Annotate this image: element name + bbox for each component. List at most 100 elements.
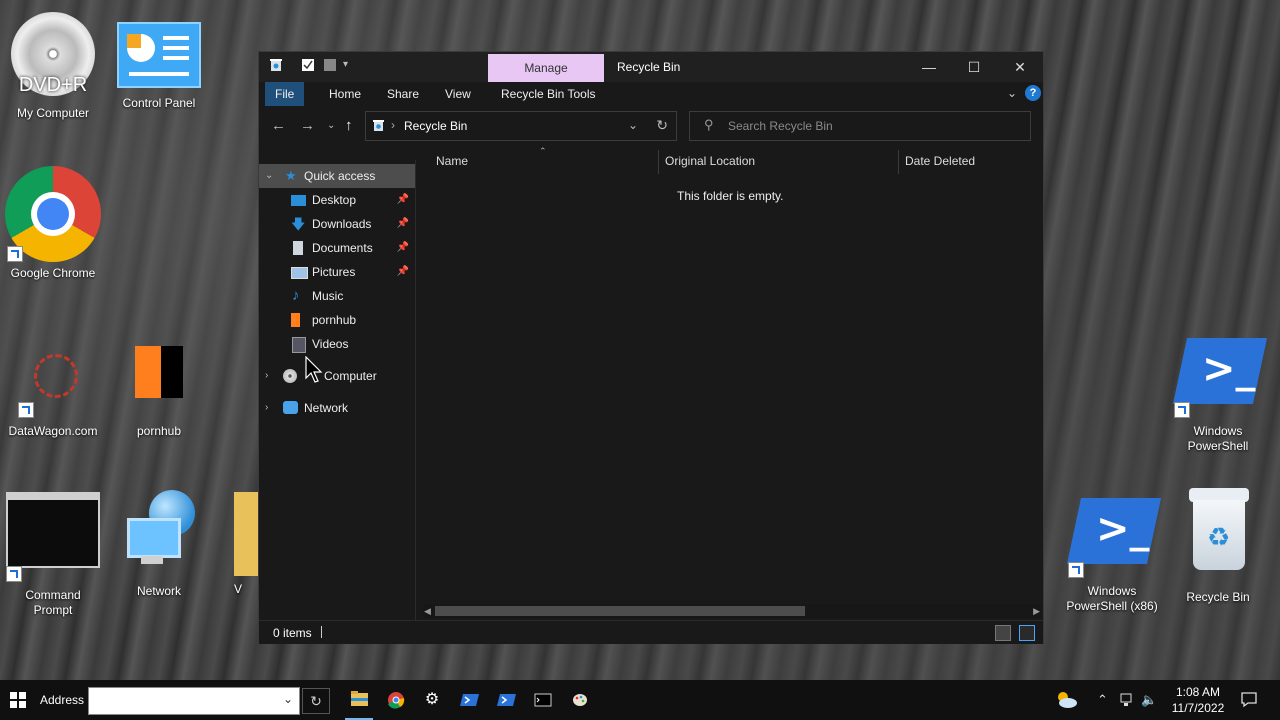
desktop-icon-partial-folder[interactable]: V bbox=[220, 492, 260, 597]
tab-home[interactable]: Home bbox=[319, 82, 371, 106]
nav-item-pictures[interactable]: Pictures 📌 bbox=[259, 260, 415, 284]
windows-start-icon[interactable] bbox=[10, 692, 26, 708]
desktop-icon-google-chrome[interactable]: Google Chrome bbox=[5, 166, 101, 281]
search-input[interactable] bbox=[726, 116, 1020, 136]
expand-chevron-icon[interactable]: › bbox=[265, 396, 268, 420]
desktop-icon-my-computer[interactable]: DVD+R My Computer bbox=[5, 12, 101, 121]
column-divider[interactable] bbox=[658, 150, 659, 174]
nav-item-label: Desktop bbox=[312, 193, 357, 207]
scrollbar-thumb[interactable] bbox=[435, 606, 805, 616]
powershell-icon bbox=[460, 694, 479, 706]
show-hidden-icons-chevron-icon[interactable]: ⌃ bbox=[1097, 692, 1108, 708]
column-header-date-deleted[interactable]: Date Deleted bbox=[905, 154, 975, 168]
nav-network[interactable]: › Network bbox=[259, 396, 415, 420]
powershell-icon: >_ bbox=[1172, 336, 1268, 418]
star-icon: ★ bbox=[285, 168, 297, 183]
nav-item-videos[interactable]: Videos bbox=[259, 332, 415, 356]
back-arrow-icon[interactable]: ← bbox=[271, 118, 286, 134]
column-header-name[interactable]: Name bbox=[436, 154, 468, 168]
breadcrumb-recycle-bin[interactable]: Recycle Bin bbox=[404, 119, 467, 133]
scroll-right-icon[interactable]: ▶ bbox=[1033, 604, 1040, 618]
nav-item-label: Music bbox=[312, 289, 344, 303]
column-divider[interactable] bbox=[898, 150, 899, 174]
expand-chevron-icon[interactable]: › bbox=[265, 364, 268, 388]
desktop-icon-datawagon[interactable]: DataWagon.com bbox=[5, 340, 101, 439]
close-button[interactable]: ✕ bbox=[997, 52, 1043, 82]
nav-item-documents[interactable]: Documents 📌 bbox=[259, 236, 415, 260]
folder-pornhub-icon bbox=[291, 313, 300, 327]
system-clock[interactable]: 1:08 AM 11/7/2022 bbox=[1162, 684, 1234, 716]
properties-icon[interactable] bbox=[301, 58, 315, 72]
address-dropdown-icon[interactable]: ⌄ bbox=[628, 118, 638, 132]
expand-ribbon-icon[interactable]: ⌄ bbox=[1007, 86, 1017, 100]
network-status-icon[interactable] bbox=[1118, 692, 1134, 711]
collapse-chevron-icon[interactable]: ⌄ bbox=[265, 164, 273, 188]
minimize-button[interactable]: — bbox=[906, 52, 952, 82]
tab-manage[interactable]: Manage bbox=[488, 54, 604, 82]
desktop-icon-label: V bbox=[234, 582, 243, 596]
navigation-bar: ← → ⌄ ↑ › Recycle Bin ⌄ ↻ ⚲ bbox=[259, 106, 1043, 146]
details-view-icon[interactable] bbox=[995, 625, 1011, 641]
maximize-button[interactable]: ☐ bbox=[951, 52, 997, 82]
search-box[interactable]: ⚲ bbox=[689, 111, 1031, 141]
pictures-icon bbox=[291, 267, 308, 279]
nav-item-downloads[interactable]: 🡇 Downloads 📌 bbox=[259, 212, 415, 236]
address-go-icon[interactable]: ↻ bbox=[302, 688, 330, 714]
desktop-icon-network[interactable]: Network bbox=[111, 488, 207, 599]
taskbar-powershell[interactable] bbox=[451, 686, 487, 714]
up-arrow-icon[interactable]: ↑ bbox=[345, 118, 353, 134]
customize-quick-access-icon[interactable]: ▾ bbox=[343, 58, 357, 72]
clock-time: 1:08 AM bbox=[1175, 685, 1221, 699]
nav-item-label: Videos bbox=[312, 337, 349, 351]
large-icons-view-icon[interactable] bbox=[1019, 625, 1035, 641]
desktop-icon-pornhub[interactable]: pornhub bbox=[111, 346, 207, 439]
taskbar-address-input[interactable]: ⌄ bbox=[88, 687, 300, 715]
new-folder-icon[interactable] bbox=[323, 58, 337, 72]
desktop-icon-windows-powershell[interactable]: >_ Windows PowerShell bbox=[1170, 336, 1268, 454]
desktop-icon-command-prompt[interactable]: Command Prompt bbox=[5, 492, 101, 618]
nav-computer[interactable]: › Computer bbox=[259, 364, 415, 388]
taskbar-powershell-x86[interactable] bbox=[488, 686, 524, 714]
folder-icon bbox=[351, 691, 368, 706]
recycle-bin-small-icon bbox=[269, 58, 283, 72]
tab-view[interactable]: View bbox=[435, 82, 481, 106]
nav-item-desktop[interactable]: Desktop 📌 bbox=[259, 188, 415, 212]
datawagon-icon bbox=[18, 340, 88, 418]
column-header-original-location[interactable]: Original Location bbox=[665, 154, 755, 168]
pin-icon: 📌 bbox=[396, 242, 409, 253]
nav-item-music[interactable]: ♪ Music bbox=[259, 284, 415, 308]
scroll-left-icon[interactable]: ◀ bbox=[424, 604, 431, 618]
taskbar-settings[interactable]: ⚙ bbox=[414, 686, 450, 714]
horizontal-scrollbar[interactable]: ◀ ▶ bbox=[423, 604, 1041, 618]
help-icon[interactable]: ? bbox=[1025, 85, 1041, 101]
taskbar-chrome[interactable] bbox=[378, 686, 414, 714]
shortcut-arrow-icon bbox=[18, 402, 34, 418]
pin-icon: 📌 bbox=[396, 218, 409, 229]
taskbar-file-explorer[interactable] bbox=[341, 686, 377, 720]
notification-center-icon[interactable] bbox=[1240, 690, 1258, 711]
weather-icon[interactable] bbox=[1054, 688, 1078, 713]
refresh-icon[interactable]: ↻ bbox=[656, 117, 668, 134]
desktop-icon-label: Recycle Bin bbox=[1186, 590, 1250, 604]
taskbar-paint[interactable] bbox=[562, 686, 598, 714]
nav-quick-access[interactable]: ⌄ ★ Quick access bbox=[259, 164, 415, 188]
navigation-pane: ⌄ ★ Quick access Desktop 📌 🡇 Downloads 📌… bbox=[259, 160, 416, 620]
nav-item-pornhub[interactable]: pornhub bbox=[259, 308, 415, 332]
desktop-icon-windows-powershell-x86[interactable]: >_ Windows PowerShell (x86) bbox=[1064, 496, 1162, 614]
powershell-icon: >_ bbox=[1066, 496, 1162, 578]
item-count: 0 items bbox=[273, 626, 312, 640]
download-arrow-icon: 🡇 bbox=[291, 216, 306, 232]
shortcut-arrow-icon bbox=[6, 566, 22, 582]
tab-share[interactable]: Share bbox=[377, 82, 429, 106]
address-dropdown-icon[interactable]: ⌄ bbox=[283, 692, 293, 706]
recent-locations-chevron-icon[interactable]: ⌄ bbox=[327, 118, 335, 134]
taskbar-command-prompt[interactable] bbox=[525, 686, 561, 714]
forward-arrow-icon[interactable]: → bbox=[300, 118, 315, 134]
dvd-badge: DVD+R bbox=[18, 74, 88, 96]
address-bar[interactable]: › Recycle Bin ⌄ ↻ bbox=[365, 111, 677, 141]
tab-file[interactable]: File bbox=[265, 82, 305, 106]
desktop-icon-control-panel[interactable]: Control Panel bbox=[111, 22, 207, 111]
tab-recycle-bin-tools[interactable]: Recycle Bin Tools bbox=[491, 82, 606, 106]
volume-icon[interactable]: 🔈 bbox=[1141, 692, 1157, 708]
desktop-icon-recycle-bin[interactable]: ♻ Recycle Bin bbox=[1170, 488, 1266, 605]
